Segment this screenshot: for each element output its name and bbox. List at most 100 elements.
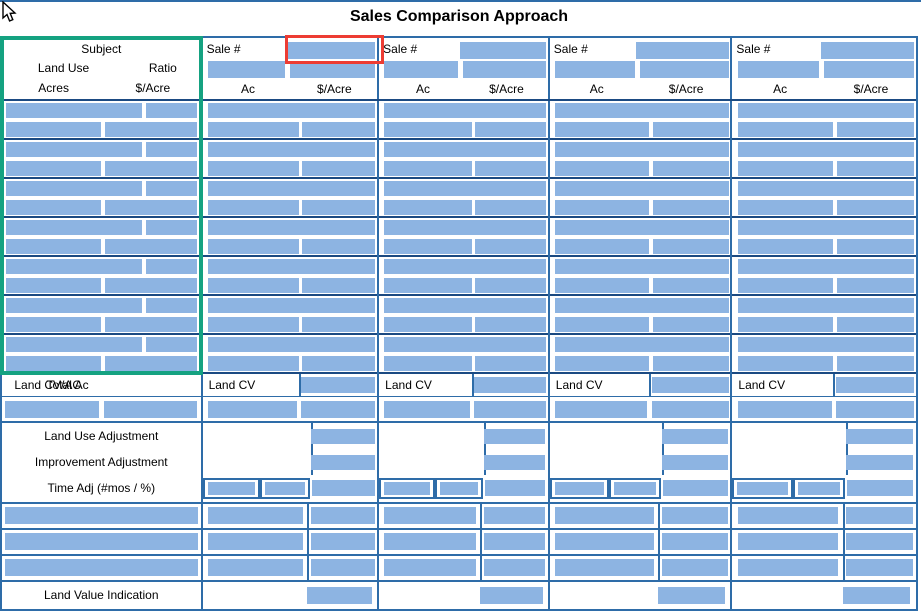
sale-land-use-cell[interactable] bbox=[555, 298, 728, 313]
sale-acres-cell[interactable] bbox=[384, 356, 472, 371]
sale-price-per-acre-cell[interactable] bbox=[475, 122, 546, 137]
sale-total-ac-cell[interactable] bbox=[384, 401, 470, 418]
blank-row-cell-right[interactable] bbox=[311, 559, 375, 576]
sale-number-cell[interactable] bbox=[286, 42, 375, 59]
sale-acres-cell[interactable] bbox=[384, 278, 472, 293]
sale-acres-cell[interactable] bbox=[555, 200, 649, 215]
sale-price-per-acre-cell[interactable] bbox=[653, 317, 729, 332]
sale-price-per-acre-cell[interactable] bbox=[837, 161, 914, 176]
sale-land-use-cell[interactable] bbox=[208, 337, 376, 352]
sale-land-use-cell[interactable] bbox=[384, 142, 546, 157]
subject-ratio-cell[interactable] bbox=[146, 181, 197, 196]
sale-total-ac-cell[interactable] bbox=[738, 401, 832, 418]
sale-land-use-cell[interactable] bbox=[555, 259, 728, 274]
sale-price-per-acre-cell[interactable] bbox=[653, 278, 729, 293]
sale-acres-cell[interactable] bbox=[738, 278, 833, 293]
sale-acres-cell[interactable] bbox=[384, 122, 472, 137]
blank-row-cell-right[interactable] bbox=[662, 559, 728, 576]
improvement-adjustment-cell[interactable] bbox=[846, 455, 913, 470]
subject-price-per-acre-cell[interactable] bbox=[105, 161, 196, 176]
subject-price-per-acre-cell[interactable] bbox=[105, 317, 196, 332]
sale-acres-cell[interactable] bbox=[555, 278, 649, 293]
improvement-adjustment-cell[interactable] bbox=[484, 455, 546, 470]
blank-row-cell-right[interactable] bbox=[484, 533, 546, 550]
sale-land-use-cell[interactable] bbox=[738, 259, 914, 274]
subject-price-per-acre-cell[interactable] bbox=[105, 200, 196, 215]
blank-row-cell-left[interactable] bbox=[738, 507, 838, 524]
blank-row-cell-right[interactable] bbox=[846, 533, 913, 550]
blank-row-cell-right[interactable] bbox=[846, 559, 913, 576]
blank-row-cell-left[interactable] bbox=[555, 559, 653, 576]
sale-land-use-cell[interactable] bbox=[738, 220, 914, 235]
subject-price-per-acre-cell[interactable] bbox=[105, 356, 196, 371]
sale-price-per-acre-cell[interactable] bbox=[302, 239, 375, 254]
sale-price-per-acre-cell[interactable] bbox=[475, 278, 546, 293]
sale-land-use-cell[interactable] bbox=[384, 103, 546, 118]
subject-price-per-acre-cell[interactable] bbox=[105, 122, 196, 137]
blank-row-cell-left[interactable] bbox=[555, 507, 653, 524]
sale-info-cell-right[interactable] bbox=[463, 61, 546, 78]
sale-price-per-acre-cell[interactable] bbox=[302, 200, 375, 215]
subject-acres-cell[interactable] bbox=[6, 200, 101, 215]
sale-total-ac-cell[interactable] bbox=[208, 401, 297, 418]
sale-land-use-cell[interactable] bbox=[738, 337, 914, 352]
blank-row-cell-right[interactable] bbox=[311, 507, 375, 524]
sale-info-cell-left[interactable] bbox=[555, 61, 634, 78]
time-adj-value-cell[interactable] bbox=[485, 480, 546, 496]
sale-land-use-cell[interactable] bbox=[384, 259, 546, 274]
sale-land-use-cell[interactable] bbox=[555, 142, 728, 157]
sale-price-per-acre-cell[interactable] bbox=[837, 239, 914, 254]
sale-acres-cell[interactable] bbox=[738, 161, 833, 176]
blank-row-cell-right[interactable] bbox=[662, 533, 728, 550]
land-cv-value-cell[interactable] bbox=[474, 377, 546, 393]
blank-row-cell-left[interactable] bbox=[384, 507, 476, 524]
subject-land-use-cell[interactable] bbox=[6, 181, 142, 196]
sale-price-per-acre-cell[interactable] bbox=[837, 122, 914, 137]
time-adj-months-cell[interactable] bbox=[208, 482, 256, 495]
sale-acres-cell[interactable] bbox=[384, 317, 472, 332]
subject-acres-cell[interactable] bbox=[6, 122, 101, 137]
sale-land-use-cell[interactable] bbox=[555, 103, 728, 118]
subject-total-ac-cell[interactable] bbox=[5, 401, 99, 418]
sale-land-use-cell[interactable] bbox=[384, 298, 546, 313]
sale-price-per-acre-cell[interactable] bbox=[837, 200, 914, 215]
subject-land-use-cell[interactable] bbox=[6, 142, 142, 157]
sale-info-cell-left[interactable] bbox=[208, 61, 285, 78]
blank-row-bar[interactable] bbox=[5, 533, 198, 550]
land-use-adjustment-cell[interactable] bbox=[846, 429, 913, 444]
sale-price-per-acre-cell[interactable] bbox=[653, 356, 729, 371]
land-value-indication-cell[interactable] bbox=[658, 587, 725, 604]
sale-acres-cell[interactable] bbox=[208, 122, 299, 137]
sale-price-per-acre-cell[interactable] bbox=[475, 161, 546, 176]
sale-acres-cell[interactable] bbox=[738, 239, 833, 254]
sale-land-use-cell[interactable] bbox=[384, 181, 546, 196]
time-adj-percent-cell[interactable] bbox=[265, 482, 305, 495]
sale-acres-cell[interactable] bbox=[738, 356, 833, 371]
sale-land-use-cell[interactable] bbox=[208, 220, 376, 235]
sale-price-per-acre-cell[interactable] bbox=[302, 317, 375, 332]
subject-acres-cell[interactable] bbox=[6, 278, 101, 293]
subject-acres-cell[interactable] bbox=[6, 239, 101, 254]
sale-land-cv-ac-cell[interactable] bbox=[301, 401, 375, 418]
blank-row-cell-right[interactable] bbox=[484, 559, 546, 576]
sale-acres-cell[interactable] bbox=[208, 278, 299, 293]
sale-land-cv-ac-cell[interactable] bbox=[836, 401, 914, 418]
sale-land-use-cell[interactable] bbox=[384, 220, 546, 235]
sale-acres-cell[interactable] bbox=[738, 200, 833, 215]
blank-row-cell-left[interactable] bbox=[555, 533, 653, 550]
time-adj-percent-cell[interactable] bbox=[614, 482, 655, 495]
sale-acres-cell[interactable] bbox=[555, 161, 649, 176]
sale-total-ac-cell[interactable] bbox=[555, 401, 647, 418]
land-cv-value-cell[interactable] bbox=[836, 377, 914, 393]
sale-land-use-cell[interactable] bbox=[555, 337, 728, 352]
blank-row-cell-left[interactable] bbox=[208, 507, 303, 524]
subject-land-use-cell[interactable] bbox=[6, 220, 142, 235]
sale-price-per-acre-cell[interactable] bbox=[475, 317, 546, 332]
sale-land-use-cell[interactable] bbox=[208, 259, 376, 274]
sale-info-cell-right[interactable] bbox=[824, 61, 914, 78]
subject-land-use-cell[interactable] bbox=[6, 259, 142, 274]
sale-acres-cell[interactable] bbox=[384, 200, 472, 215]
land-value-indication-cell[interactable] bbox=[480, 587, 542, 604]
sale-price-per-acre-cell[interactable] bbox=[302, 161, 375, 176]
blank-row-cell-left[interactable] bbox=[738, 559, 838, 576]
